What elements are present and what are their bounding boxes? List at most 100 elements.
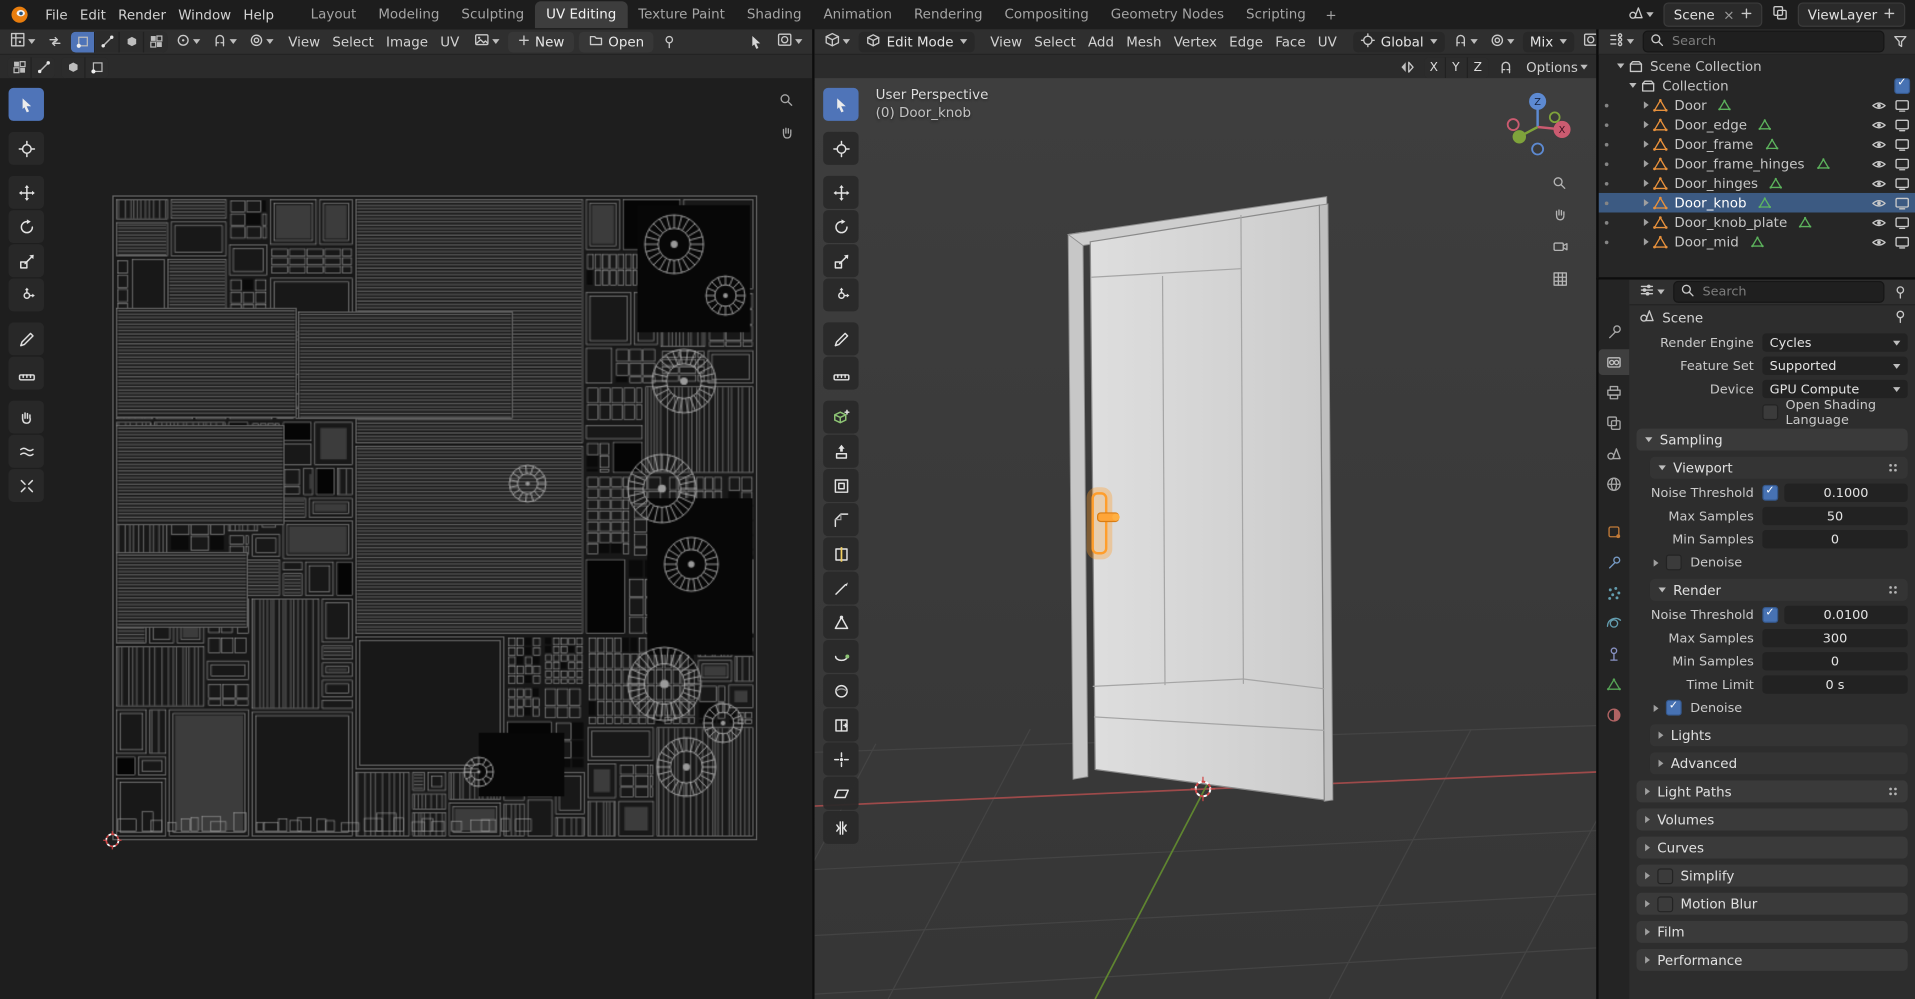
transform-orientation-selector[interactable]: Global	[1352, 31, 1445, 52]
section-lights[interactable]: Lights	[1649, 724, 1908, 747]
properties-tab-view-layer[interactable]	[1599, 410, 1630, 436]
open-image-button[interactable]: Open	[578, 31, 654, 52]
tool-relax[interactable]	[8, 434, 44, 468]
menu-window[interactable]: Window	[172, 4, 237, 25]
pin-id-icon[interactable]	[1893, 308, 1908, 326]
uv-menu-image[interactable]: Image	[380, 31, 434, 52]
subpanel-denoise[interactable]: Denoise	[1653, 697, 1908, 718]
outliner-row-door-frame[interactable]: Door_frame	[1599, 134, 1915, 154]
uv-sync-selection-icon[interactable]	[44, 33, 66, 50]
viewport-menu-face[interactable]: Face	[1269, 31, 1312, 52]
subpanel-denoise-checkbox[interactable]	[1665, 699, 1682, 716]
properties-tab-particles[interactable]	[1599, 580, 1630, 606]
menu-render[interactable]: Render	[112, 4, 172, 25]
properties-pin-icon[interactable]	[1889, 283, 1911, 300]
workspace-tab-sculpting[interactable]: Sculpting	[450, 1, 535, 28]
disable-render-icon[interactable]	[1894, 175, 1910, 191]
tool-edge-slide[interactable]	[823, 708, 859, 742]
workspace-tab-compositing[interactable]: Compositing	[994, 1, 1100, 28]
section-render[interactable]: Render	[1649, 578, 1908, 601]
disable-render-icon[interactable]	[1894, 234, 1910, 250]
viewport-pan-icon[interactable]	[1552, 206, 1569, 226]
ortho-toggle-icon[interactable]	[1552, 271, 1569, 291]
browse-viewlayer-button[interactable]	[1769, 4, 1792, 26]
uv-overlay-mix-selector[interactable]: Mix	[1522, 31, 1574, 52]
proportional-edit-button[interactable]	[1486, 31, 1518, 52]
browse-scene-button[interactable]	[1625, 4, 1658, 26]
collection-checkbox[interactable]	[1894, 77, 1911, 94]
section-light-paths[interactable]: Light Paths	[1636, 780, 1908, 803]
mirror-x-button[interactable]: X	[1423, 56, 1446, 78]
uv-overlay-toggle-icon[interactable]	[7, 56, 32, 78]
outliner-row-door-frame-hinges[interactable]: Door_frame_hinges	[1599, 154, 1915, 174]
viewport-menu-edge[interactable]: Edge	[1223, 31, 1269, 52]
disable-render-icon[interactable]	[1894, 136, 1910, 152]
pan-icon[interactable]	[779, 125, 795, 145]
tool-annotate[interactable]	[823, 322, 859, 356]
tool-measure[interactable]	[823, 356, 859, 390]
properties-tab-scene[interactable]	[1599, 441, 1630, 467]
tool-pinch[interactable]	[8, 468, 44, 502]
properties-tab-constraints[interactable]	[1599, 641, 1630, 667]
disable-render-icon[interactable]	[1894, 195, 1910, 211]
properties-tab-physics[interactable]	[1599, 611, 1630, 637]
blender-logo-icon[interactable]	[10, 4, 31, 25]
uv-pivot-button[interactable]	[172, 31, 204, 52]
viewport-menu-uv[interactable]: UV	[1312, 31, 1343, 52]
tool-smooth[interactable]	[823, 674, 859, 708]
uv-select-edge-button[interactable]	[95, 31, 120, 52]
tool-inset[interactable]	[823, 468, 859, 502]
properties-editor-type-button[interactable]	[1635, 281, 1668, 303]
outliner-row-door[interactable]: Door	[1599, 95, 1915, 115]
property-open-shading-language-checkbox[interactable]	[1762, 404, 1779, 421]
hide-viewport-icon[interactable]	[1871, 97, 1887, 113]
workspace-tab-layout[interactable]: Layout	[300, 1, 368, 28]
tool-snap-icon[interactable]	[1494, 59, 1516, 76]
section-sampling[interactable]: Sampling	[1636, 428, 1908, 451]
new-scene-icon[interactable]	[1741, 7, 1753, 23]
uv-menu-select[interactable]: Select	[326, 31, 380, 52]
tool-bevel[interactable]	[823, 503, 859, 537]
workspace-tab-modeling[interactable]: Modeling	[367, 1, 450, 28]
viewport-menu-view[interactable]: View	[984, 31, 1028, 52]
hide-viewport-icon[interactable]	[1871, 234, 1887, 250]
uv-menu-view[interactable]: View	[282, 31, 326, 52]
section-performance[interactable]: Performance	[1636, 948, 1908, 971]
options-button[interactable]: Options	[1522, 58, 1591, 76]
tool-extrude[interactable]	[823, 434, 859, 468]
browse-image-button[interactable]	[470, 31, 503, 53]
workspace-tab-uv-editing[interactable]: UV Editing	[535, 1, 628, 29]
tool-shrink[interactable]	[823, 742, 859, 776]
disable-render-icon[interactable]	[1894, 214, 1910, 230]
hide-viewport-icon[interactable]	[1871, 156, 1887, 172]
outliner-row-door-knob[interactable]: Door_knob	[1598, 192, 1915, 213]
properties-search-input[interactable]	[1700, 283, 1878, 301]
panel-options-icon[interactable]	[1887, 584, 1899, 596]
section-motion-blur[interactable]: Motion Blur	[1636, 892, 1908, 915]
scene-selector[interactable]: Scene ×	[1663, 2, 1763, 27]
tool-move[interactable]	[823, 175, 859, 209]
property-time-limit-value[interactable]: 0 s	[1762, 675, 1908, 694]
viewport-menu-add[interactable]: Add	[1082, 31, 1120, 52]
tool-spin[interactable]	[823, 639, 859, 673]
section-motion-blur-checkbox[interactable]	[1657, 895, 1674, 912]
property-noise-threshold-checkbox[interactable]	[1762, 606, 1779, 623]
workspace-tab-animation[interactable]: Animation	[812, 1, 902, 28]
hide-viewport-icon[interactable]	[1871, 136, 1887, 152]
viewport-editor-type-button[interactable]	[821, 31, 854, 53]
property-device-value[interactable]: GPU Compute	[1762, 379, 1908, 399]
tool-move[interactable]	[8, 175, 44, 209]
camera-view-icon[interactable]	[1552, 238, 1569, 259]
tool-rip[interactable]	[823, 810, 859, 844]
viewport-canvas[interactable]: User Perspective (0) Door_knob Z X	[814, 78, 1599, 999]
tool-rotate[interactable]	[823, 210, 859, 244]
tool-annotate[interactable]	[8, 322, 44, 356]
properties-tab-modifiers[interactable]	[1599, 550, 1630, 576]
property-min-samples-value[interactable]: 0	[1762, 530, 1908, 549]
menu-file[interactable]: File	[39, 4, 74, 25]
tool-transform[interactable]	[8, 278, 44, 312]
workspace-tab-geometry-nodes[interactable]: Geometry Nodes	[1100, 1, 1235, 28]
menu-edit[interactable]: Edit	[74, 4, 112, 25]
properties-tab-material[interactable]	[1599, 702, 1630, 728]
tool-tweak[interactable]	[823, 87, 859, 121]
